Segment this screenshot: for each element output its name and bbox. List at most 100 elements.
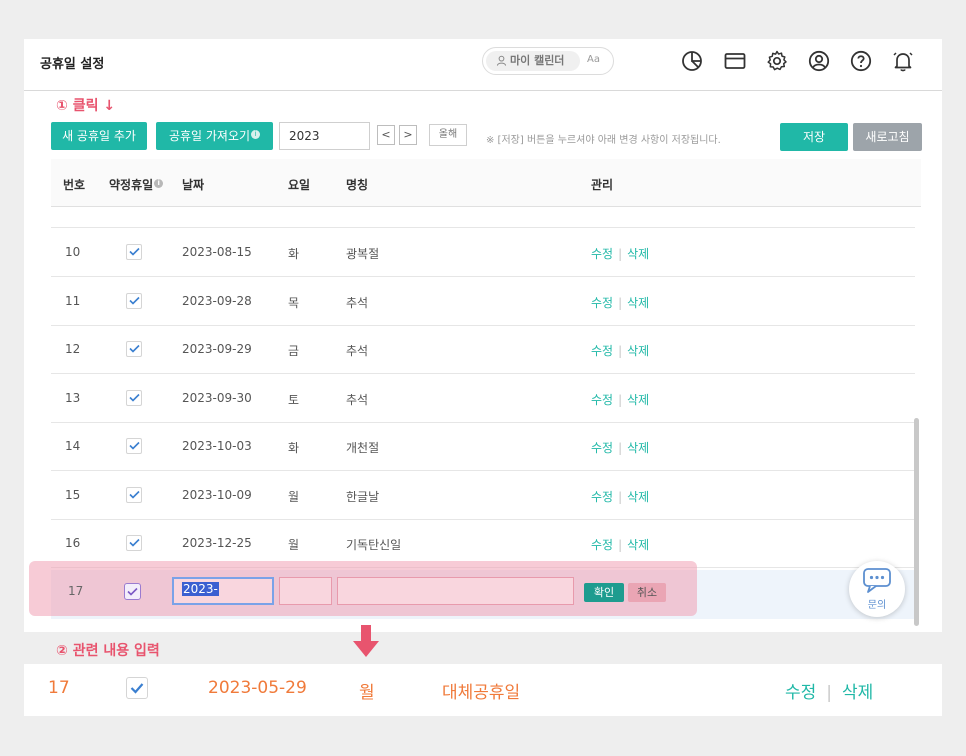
row-date: 2023-08-15 bbox=[182, 245, 252, 259]
row-date: 2023-10-09 bbox=[182, 487, 252, 502]
info-icon: i bbox=[251, 130, 261, 139]
result-date: 2023-05-29 bbox=[208, 678, 307, 698]
result-manage: 수정 | 삭제 bbox=[785, 683, 874, 703]
row-checkbox[interactable] bbox=[126, 535, 142, 551]
row-manage: 수정 | 삭제 bbox=[591, 489, 650, 504]
scrollbar-thumb[interactable] bbox=[914, 418, 919, 626]
this-year-button[interactable]: 올해 bbox=[429, 124, 467, 146]
row-delete-link[interactable]: 삭제 bbox=[627, 296, 649, 310]
page-title: 공휴일 설정 bbox=[40, 57, 105, 72]
help-icon[interactable] bbox=[849, 49, 873, 73]
row-delete-link[interactable]: 삭제 bbox=[627, 247, 649, 261]
check-icon bbox=[129, 393, 140, 402]
table-row: 15 2023-10-09 월 한글날 수정 | 삭제 bbox=[51, 471, 915, 520]
row-no: 12 bbox=[65, 342, 81, 356]
col-no: 번호 bbox=[63, 178, 86, 192]
chat-icon bbox=[863, 568, 891, 593]
prev-year-button[interactable]: < bbox=[377, 125, 395, 145]
result-weekday: 월 bbox=[359, 683, 375, 703]
card-icon[interactable] bbox=[723, 49, 747, 73]
new-row-date-input[interactable]: 2023- bbox=[172, 577, 274, 605]
my-calendar-label-wrap: 마이 캘린더 bbox=[486, 51, 580, 71]
row-name: 기독탄신일 bbox=[346, 538, 402, 552]
row-name: 추석 bbox=[346, 392, 369, 407]
row-name: 한글날 bbox=[346, 489, 380, 504]
team-calendar-label: Aa bbox=[587, 54, 600, 65]
result-row: 17 2023-05-29 월 대체공휴일 수정 | 삭제 bbox=[24, 664, 942, 716]
info-icon: i bbox=[154, 179, 164, 188]
table-header: 번호 약정휴일 i 날짜 요일 명칭 관리 bbox=[51, 159, 921, 207]
row-edit-link[interactable]: 수정 bbox=[591, 538, 613, 552]
next-year-button[interactable]: > bbox=[399, 125, 417, 145]
row-edit-link[interactable]: 수정 bbox=[591, 441, 613, 455]
row-delete-link[interactable]: 삭제 bbox=[627, 344, 649, 358]
row-edit-link[interactable]: 수정 bbox=[591, 344, 613, 358]
table-row: 14 2023-10-03 화 개천절 수정 | 삭제 bbox=[51, 422, 915, 471]
row-checkbox[interactable] bbox=[126, 486, 142, 503]
gear-icon[interactable] bbox=[765, 49, 789, 73]
add-holiday-button[interactable]: 새 공휴일 추가 bbox=[51, 122, 147, 150]
new-row-weekday-input[interactable] bbox=[279, 577, 332, 605]
result-edit-link[interactable]: 수정 bbox=[785, 683, 816, 703]
holiday-settings-panel: 공휴일 설정 마이 캘린더 Aa ① 클릭 ↓ 새 공휴일 추가 공휴일 가져오… bbox=[24, 39, 942, 632]
confirm-button[interactable]: 확인 bbox=[584, 583, 624, 602]
cancel-button[interactable]: 취소 bbox=[628, 583, 666, 602]
my-calendar-label: 마이 캘린더 bbox=[510, 54, 565, 67]
row-manage: 수정 | 삭제 bbox=[591, 344, 650, 358]
row-name: 개천절 bbox=[346, 441, 380, 455]
check-icon bbox=[130, 683, 144, 694]
check-icon bbox=[129, 296, 140, 305]
refresh-button[interactable]: 새로고침 bbox=[853, 123, 922, 151]
row-weekday: 화 bbox=[288, 441, 300, 455]
row-name: 광복절 bbox=[346, 247, 380, 261]
table-row: 13 2023-09-30 토 추석 수정 | 삭제 bbox=[51, 374, 915, 423]
year-input[interactable]: 2023 bbox=[279, 122, 370, 150]
row-delete-link[interactable]: 삭제 bbox=[627, 441, 649, 455]
check-icon bbox=[127, 587, 138, 596]
row-manage: 수정 | 삭제 bbox=[591, 392, 650, 407]
user-icon bbox=[496, 55, 507, 66]
import-holiday-button[interactable]: 공휴일 가져오기 i bbox=[156, 122, 273, 150]
row-date: 2023-09-30 bbox=[182, 390, 252, 405]
row-manage: 수정 | 삭제 bbox=[591, 247, 650, 261]
row-checkbox[interactable] bbox=[126, 292, 142, 309]
row-edit-link[interactable]: 수정 bbox=[591, 247, 613, 261]
row-date: 2023-12-25 bbox=[182, 536, 252, 550]
check-icon bbox=[129, 490, 140, 499]
profile-icon[interactable] bbox=[807, 49, 831, 73]
row-date: 2023-09-28 bbox=[182, 293, 252, 308]
annotation-step2: ② 관련 내용 입력 bbox=[56, 643, 160, 659]
row-checkbox[interactable] bbox=[126, 438, 142, 454]
row-edit-link[interactable]: 수정 bbox=[591, 296, 613, 310]
row-delete-link[interactable]: 삭제 bbox=[627, 538, 649, 552]
row-checkbox[interactable] bbox=[126, 244, 142, 260]
row-checkbox[interactable] bbox=[126, 389, 142, 406]
check-icon bbox=[129, 441, 140, 450]
bell-icon[interactable] bbox=[891, 49, 915, 73]
my-calendar-toggle[interactable]: 마이 캘린더 Aa bbox=[482, 47, 614, 75]
row-delete-link[interactable]: 삭제 bbox=[627, 393, 649, 407]
col-agreed-label: 약정휴일 bbox=[109, 178, 154, 192]
inquiry-chat-button[interactable]: 문의 bbox=[849, 561, 905, 617]
pie-chart-icon[interactable] bbox=[680, 49, 704, 73]
arrow-down-icon bbox=[353, 625, 379, 657]
new-row-checkbox[interactable] bbox=[124, 583, 141, 600]
table-row-partial bbox=[51, 207, 915, 228]
row-checkbox[interactable] bbox=[126, 341, 142, 357]
new-row-name-input[interactable] bbox=[337, 577, 574, 605]
row-manage: 수정 | 삭제 bbox=[591, 295, 650, 310]
row-edit-link[interactable]: 수정 bbox=[591, 490, 613, 504]
row-name: 추석 bbox=[346, 344, 369, 358]
row-weekday: 금 bbox=[288, 344, 300, 358]
import-holiday-label: 공휴일 가져오기 bbox=[168, 129, 251, 143]
row-edit-link[interactable]: 수정 bbox=[591, 393, 613, 407]
result-delete-link[interactable]: 삭제 bbox=[842, 683, 873, 703]
row-delete-link[interactable]: 삭제 bbox=[627, 490, 649, 504]
save-button[interactable]: 저장 bbox=[780, 123, 848, 151]
row-no: 11 bbox=[65, 293, 81, 308]
row-manage: 수정 | 삭제 bbox=[591, 441, 650, 455]
save-notice: ※ [저장] 버튼을 누르셔야 아래 변경 사항이 저장됩니다. bbox=[486, 135, 721, 146]
check-icon bbox=[129, 344, 140, 353]
table-row: 10 2023-08-15 화 광복절 수정 | 삭제 bbox=[51, 228, 915, 277]
row-date: 2023-09-29 bbox=[182, 342, 252, 356]
